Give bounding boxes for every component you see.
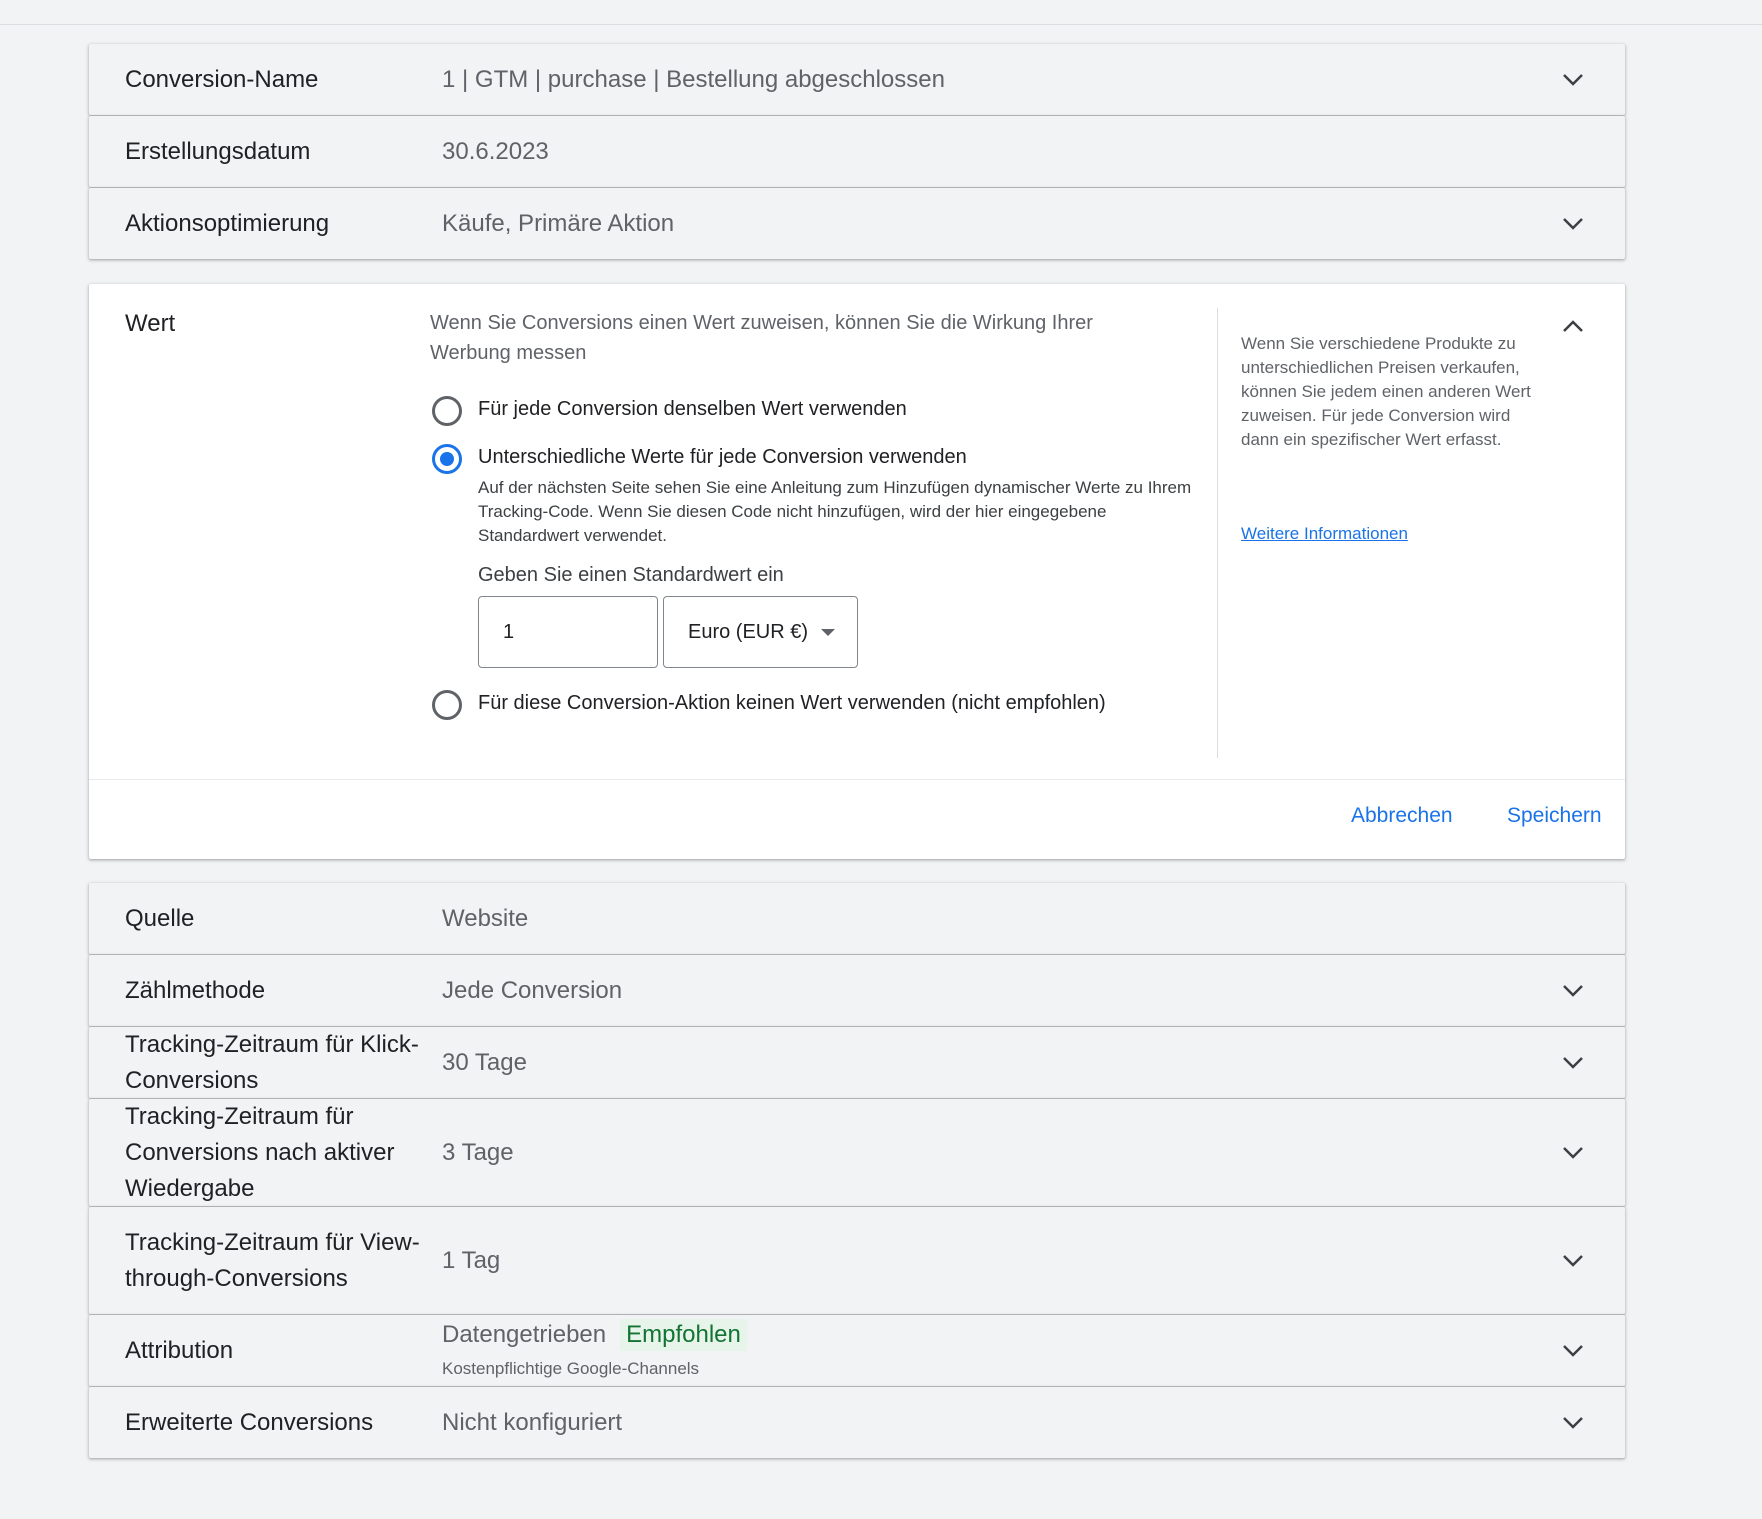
dropdown-arrow-icon	[821, 629, 835, 636]
row-label: Tracking-Zeitraum für Conversions nach a…	[125, 1102, 395, 1202]
row-value: Nicht konfiguriert	[442, 1408, 623, 1436]
row-engaged-view-window[interactable]: Tracking-Zeitraum für Conversions nach a…	[89, 1099, 1625, 1206]
default-value-text: 1	[503, 620, 515, 643]
option-same-label: Für jede Conversion denselben Wert verwe…	[478, 398, 907, 420]
option-different-label: Unterschiedliche Werte für jede Conversi…	[478, 446, 967, 468]
row-label: Aktionsoptimierung	[125, 209, 330, 237]
radio-no-value[interactable]	[432, 690, 462, 720]
row-counting-method[interactable]: Zählmethode Jede Conversion	[89, 955, 1625, 1026]
row-label: Attribution	[125, 1336, 234, 1364]
learn-more-link[interactable]: Weitere Informationen	[1241, 524, 1408, 544]
row-value: Website	[442, 904, 529, 932]
row-label: Tracking-Zeitraum für View-through-Conve…	[125, 1228, 420, 1292]
radio-same-value[interactable]	[432, 396, 462, 426]
value-panel: Wert Wenn Sie Conversions einen Wert zuw…	[89, 284, 1625, 859]
chevron-down-icon[interactable]	[1561, 1051, 1585, 1075]
attribution-channels: Kostenpflichtige Google-Channels	[442, 1359, 700, 1378]
radio-different-values[interactable]	[432, 444, 462, 474]
row-click-window[interactable]: Tracking-Zeitraum für Klick-Conversions …	[89, 1027, 1625, 1098]
help-text: Wenn Sie verschiedene Produkte zu unters…	[1241, 334, 1531, 449]
row-value: 1 | GTM | purchase | Bestellung abgeschl…	[442, 65, 945, 93]
top-divider	[0, 24, 1762, 25]
currency-value: Euro (EUR €)	[688, 620, 809, 643]
chevron-down-icon[interactable]	[1561, 979, 1585, 1003]
row-value: 30.6.2023	[442, 137, 549, 165]
chevron-down-icon[interactable]	[1561, 1249, 1585, 1273]
panel-intro: Wenn Sie Conversions einen Wert zuweisen…	[430, 312, 1093, 364]
chevron-down-icon[interactable]	[1561, 1339, 1585, 1363]
row-value: Käufe, Primäre Aktion	[442, 209, 675, 237]
row-label: Erstellungsdatum	[125, 137, 311, 165]
row-value: 3 Tage	[442, 1138, 514, 1166]
row-label: Quelle	[125, 904, 195, 932]
row-enhanced-conversions[interactable]: Erweiterte Conversions Nicht konfigurier…	[89, 1387, 1625, 1458]
row-creation-date: Erstellungsdatum 30.6.2023	[89, 116, 1625, 187]
option-different-description: Auf der nächsten Seite sehen Sie eine An…	[478, 478, 1192, 545]
default-value-label: Geben Sie einen Standardwert ein	[478, 564, 784, 586]
row-label: Zählmethode	[125, 976, 266, 1004]
chevron-up-icon[interactable]	[1561, 314, 1585, 338]
chevron-down-icon[interactable]	[1561, 1411, 1585, 1435]
row-label: Conversion-Name	[125, 65, 319, 93]
row-view-through-window[interactable]: Tracking-Zeitraum für View-through-Conve…	[89, 1207, 1625, 1314]
row-attribution[interactable]: Attribution Datengetrieben Empfohlen Kos…	[89, 1315, 1625, 1386]
chevron-down-icon[interactable]	[1561, 68, 1585, 92]
currency-select[interactable]: Euro (EUR €)	[663, 596, 858, 668]
cancel-button[interactable]: Abbrechen	[1351, 804, 1453, 828]
footer-divider	[89, 779, 1625, 780]
row-value: 30 Tage	[442, 1048, 527, 1076]
row-conversion-name[interactable]: Conversion-Name 1 | GTM | purchase | Bes…	[89, 44, 1625, 115]
row-source: Quelle Website	[89, 883, 1625, 954]
row-value: Jede Conversion	[442, 976, 623, 1004]
attribution-value: Datengetrieben Empfohlen Kostenpflichtig…	[442, 1317, 747, 1379]
row-label: Erweiterte Conversions	[125, 1408, 374, 1436]
chevron-down-icon[interactable]	[1561, 1141, 1585, 1165]
option-none-label: Für diese Conversion-Aktion keinen Wert …	[478, 692, 1106, 714]
vertical-divider	[1217, 308, 1218, 758]
chevron-down-icon[interactable]	[1561, 212, 1585, 236]
save-button[interactable]: Speichern	[1507, 804, 1602, 828]
row-action-optimization[interactable]: Aktionsoptimierung Käufe, Primäre Aktion	[89, 188, 1625, 259]
attribution-model: Datengetrieben	[442, 1321, 607, 1348]
row-label: Tracking-Zeitraum für Klick-Conversions	[125, 1030, 419, 1094]
recommended-badge: Empfohlen	[620, 1319, 747, 1351]
default-value-input[interactable]: 1	[478, 596, 658, 668]
row-value: 1 Tag	[442, 1246, 501, 1274]
panel-title: Wert	[125, 310, 176, 337]
